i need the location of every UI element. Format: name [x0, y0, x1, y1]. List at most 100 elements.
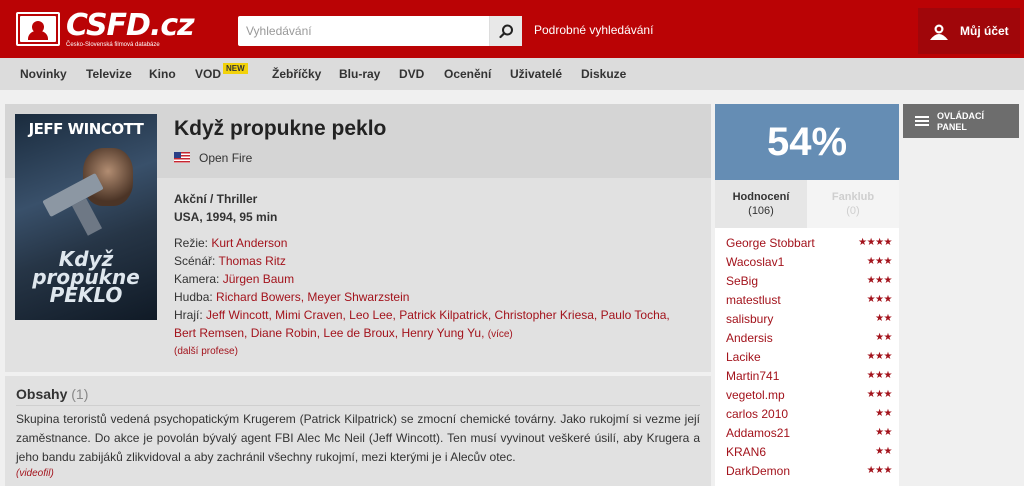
- search-input[interactable]: [238, 16, 488, 46]
- star-rating-icon: ★★★: [866, 256, 893, 267]
- original-title: Open Fire: [199, 151, 253, 165]
- rating-user-link[interactable]: KRAN6: [726, 445, 766, 459]
- credit-label: Hudba:: [174, 290, 213, 304]
- credit-link[interactable]: Bert Remsen, Diane Robin, Lee de Broux, …: [174, 326, 484, 340]
- nav-uzivatele[interactable]: Uživatelé: [510, 67, 562, 81]
- star-rating-icon: ★★: [875, 313, 892, 324]
- rating-user-link[interactable]: Andersis: [726, 331, 773, 345]
- new-badge: NEW: [223, 63, 248, 74]
- movie-poster[interactable]: JEFF WINCOTT Když propukne PEKLO: [15, 114, 157, 320]
- tab-count: (106): [748, 205, 774, 217]
- top-header: CSFD.cz Česko-Slovenská filmová databáze…: [0, 0, 1024, 58]
- credit-link[interactable]: Thomas Ritz: [218, 254, 285, 268]
- rating-row: Andersis ★★: [726, 330, 892, 348]
- movie-panel: JEFF WINCOTT Když propukne PEKLO Když pr…: [5, 104, 711, 372]
- star-rating-icon: ★★: [875, 427, 892, 438]
- star-rating-icon: ★★: [875, 332, 892, 343]
- search-icon: [499, 24, 513, 39]
- rating-row: matestlust ★★★: [726, 292, 893, 310]
- credit-label: Hrají:: [174, 308, 203, 322]
- account-button[interactable]: Můj účet: [918, 8, 1020, 54]
- rating-user-link[interactable]: Addamos21: [726, 426, 790, 440]
- rating-row: DarkDemon ★★★: [726, 463, 893, 481]
- credit-music: Hudba: Richard Bowers, Meyer Shwarzstein: [174, 288, 409, 306]
- credit-cast-more: Bert Remsen, Diane Robin, Lee de Broux, …: [174, 324, 513, 344]
- star-rating-icon: ★★: [875, 446, 892, 457]
- advanced-search-link[interactable]: Podrobné vyhledávání: [534, 23, 653, 37]
- plot-heading: Obsahy (1): [16, 386, 88, 402]
- user-icon: [930, 24, 948, 40]
- nav-bluray[interactable]: Blu-ray: [339, 67, 380, 81]
- credit-link[interactable]: Richard Bowers, Meyer Shwarzstein: [216, 290, 409, 304]
- nav-diskuze[interactable]: Diskuze: [581, 67, 626, 81]
- usa-flag-icon: [174, 152, 190, 163]
- tab-hodnoceni[interactable]: Hodnocení (106): [715, 180, 807, 228]
- rating-user-link[interactable]: vegetol.mp: [726, 388, 785, 402]
- plot-text: Skupina teroristů vedená psychopatickým …: [16, 412, 700, 464]
- logo-text: CSFD.cz: [66, 8, 195, 43]
- logo-subtitle: Česko-Slovenská filmová databáze: [66, 42, 160, 48]
- credit-link[interactable]: Jürgen Baum: [223, 272, 294, 286]
- nav-oceneni[interactable]: Ocenění: [444, 67, 491, 81]
- rating-row: George Stobbart ★★★★: [726, 235, 892, 253]
- credit-director: Režie: Kurt Anderson: [174, 234, 287, 252]
- nav-zebricky[interactable]: Žebříčky: [272, 67, 321, 81]
- rating-user-link[interactable]: Wacoslav1: [726, 255, 784, 269]
- rating-user-link[interactable]: Lacike: [726, 350, 761, 364]
- menu-icon: [915, 116, 929, 118]
- rating-user-link[interactable]: matestlust: [726, 293, 781, 307]
- search-box: [238, 16, 522, 46]
- nav-dvd[interactable]: DVD: [399, 67, 424, 81]
- rating-user-link[interactable]: George Stobbart: [726, 236, 815, 250]
- tab-label: Fanklub: [831, 191, 875, 203]
- credit-label: Režie:: [174, 236, 209, 250]
- nav-televize[interactable]: Televize: [86, 67, 132, 81]
- rating-row: Addamos21 ★★: [726, 425, 892, 443]
- credit-link[interactable]: Jeff Wincott, Mimi Craven, Leo Lee, Patr…: [206, 308, 670, 322]
- rating-row: vegetol.mp ★★★: [726, 387, 893, 405]
- tab-fanklub[interactable]: Fanklub (0): [807, 180, 899, 228]
- star-rating-icon: ★★★: [866, 351, 893, 362]
- control-panel-label: OVLÁDACÍ PANEL: [937, 111, 984, 132]
- rating-row: SeBig ★★★: [726, 273, 893, 291]
- csfd-logo[interactable]: CSFD.cz Česko-Slovenská filmová databáze: [16, 8, 195, 50]
- control-panel-button[interactable]: OVLÁDACÍ PANEL: [903, 104, 1019, 138]
- poster-title: Když propukne PEKLO: [15, 249, 157, 305]
- rating-row: carlos 2010 ★★: [726, 406, 892, 424]
- tab-count: (0): [846, 205, 860, 217]
- rating-box: 54%: [715, 104, 899, 180]
- star-rating-icon: ★★★: [866, 370, 893, 381]
- plot-section: Obsahy (1) Skupina teroristů vedená psyc…: [5, 376, 711, 486]
- nav-novinky[interactable]: Novinky: [20, 67, 67, 81]
- star-rating-icon: ★★★: [866, 275, 893, 286]
- main-nav: Novinky Televize Kino VOD NEW Žebříčky B…: [0, 58, 1024, 90]
- star-rating-icon: ★★: [875, 408, 892, 419]
- nav-vod[interactable]: VOD: [195, 67, 221, 81]
- rating-user-link[interactable]: SeBig: [726, 274, 758, 288]
- rating-row: salisbury ★★: [726, 311, 892, 329]
- rating-percent: 54%: [766, 120, 848, 164]
- rating-row: Lacike ★★★: [726, 349, 893, 367]
- rating-user-link[interactable]: salisbury: [726, 312, 773, 326]
- more-professions-link[interactable]: (další profese): [174, 346, 238, 357]
- movie-origin: USA, 1994, 95 min: [174, 210, 278, 224]
- nav-kino[interactable]: Kino: [149, 67, 176, 81]
- rating-user-link[interactable]: Martin741: [726, 369, 779, 383]
- rating-tabs: Hodnocení (106) Fanklub (0): [715, 180, 899, 228]
- rating-row: KRAN6 ★★: [726, 444, 892, 462]
- credit-writer: Scénář: Thomas Ritz: [174, 252, 286, 270]
- search-button[interactable]: [489, 16, 522, 46]
- plot-count: (1): [71, 386, 89, 402]
- more-cast-link[interactable]: (více): [488, 329, 513, 340]
- star-rating-icon: ★★★: [866, 294, 893, 305]
- star-rating-icon: ★★★★: [858, 237, 892, 248]
- rating-user-link[interactable]: carlos 2010: [726, 407, 788, 421]
- rating-user-link[interactable]: DarkDemon: [726, 464, 790, 478]
- credit-link[interactable]: Kurt Anderson: [211, 236, 287, 250]
- credit-label: Scénář:: [174, 254, 216, 268]
- credit-camera: Kamera: Jürgen Baum: [174, 270, 294, 288]
- credit-label: Kamera:: [174, 272, 220, 286]
- plot-source-link[interactable]: (videofil): [16, 468, 54, 479]
- plot-heading-text: Obsahy: [16, 386, 68, 402]
- movie-title: Když propukne peklo: [174, 117, 387, 140]
